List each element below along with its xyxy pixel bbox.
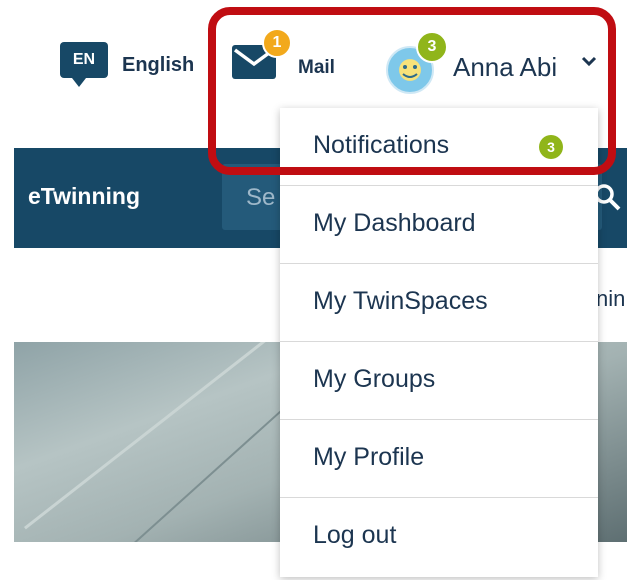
menu-item-my-dashboard[interactable]: My Dashboard [280, 186, 598, 264]
menu-item-label: Log out [313, 521, 397, 549]
language-label[interactable]: English [122, 54, 194, 77]
partial-link-text[interactable]: nin [596, 286, 625, 312]
menu-item-my-twinspaces[interactable]: My TwinSpaces [280, 264, 598, 342]
user-dropdown-menu: Notifications 3 My Dashboard My TwinSpac… [280, 108, 598, 577]
menu-item-label: My TwinSpaces [313, 287, 488, 315]
menu-item-my-groups[interactable]: My Groups [280, 342, 598, 420]
menu-item-label: My Profile [313, 443, 425, 471]
language-icon[interactable]: EN [60, 42, 108, 87]
search-placeholder: Se [246, 184, 276, 211]
menu-item-label: My Groups [313, 365, 436, 393]
site-title[interactable]: eTwinning [28, 183, 140, 210]
menu-item-log-out[interactable]: Log out [280, 498, 598, 575]
highlight-annotation [208, 7, 616, 175]
menu-item-label: My Dashboard [313, 209, 476, 237]
menu-item-my-profile[interactable]: My Profile [280, 420, 598, 498]
